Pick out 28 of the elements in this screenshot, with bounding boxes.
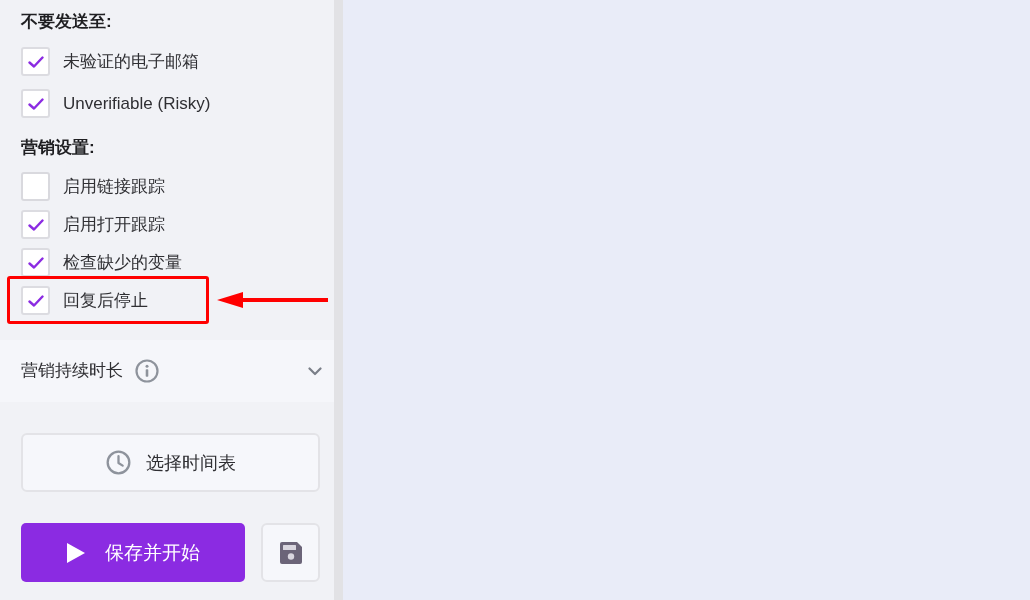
checkbox[interactable] xyxy=(21,210,50,239)
section-heading: 不要发送至: xyxy=(21,11,112,33)
checkbox-label: 回复后停止 xyxy=(63,289,148,312)
checkmark-icon xyxy=(27,55,44,68)
checkbox-label: 启用打开跟踪 xyxy=(63,213,165,236)
checkbox-label: 未验证的电子邮箱 xyxy=(63,50,199,73)
checkmark-icon xyxy=(27,294,44,307)
checkmark-icon xyxy=(27,97,44,110)
play-icon xyxy=(66,542,85,563)
checkmark-icon xyxy=(27,256,44,269)
section-heading: 营销设置: xyxy=(21,137,95,159)
checkbox-label: 检查缺少的变量 xyxy=(63,251,182,274)
schedule-button[interactable]: 选择时间表 xyxy=(21,433,320,492)
section-label: 营销持续时长 xyxy=(21,360,123,382)
info-icon[interactable] xyxy=(135,359,159,383)
checkbox[interactable] xyxy=(21,248,50,277)
checkbox[interactable] xyxy=(21,89,50,118)
clock-icon xyxy=(105,450,131,475)
checkmark-icon xyxy=(27,218,44,231)
checkbox-label: Unverifiable (Risky) xyxy=(63,92,211,115)
save-and-start-button[interactable]: 保存并开始 xyxy=(21,523,245,582)
checkbox[interactable] xyxy=(21,286,50,315)
duration-section-header[interactable]: 营销持续时长 xyxy=(0,340,334,402)
chevron-icon[interactable] xyxy=(308,366,322,376)
checkbox[interactable] xyxy=(21,47,50,76)
save-button[interactable] xyxy=(261,523,320,582)
checkbox[interactable] xyxy=(21,172,50,201)
checkbox-label: 启用链接跟踪 xyxy=(63,175,165,198)
